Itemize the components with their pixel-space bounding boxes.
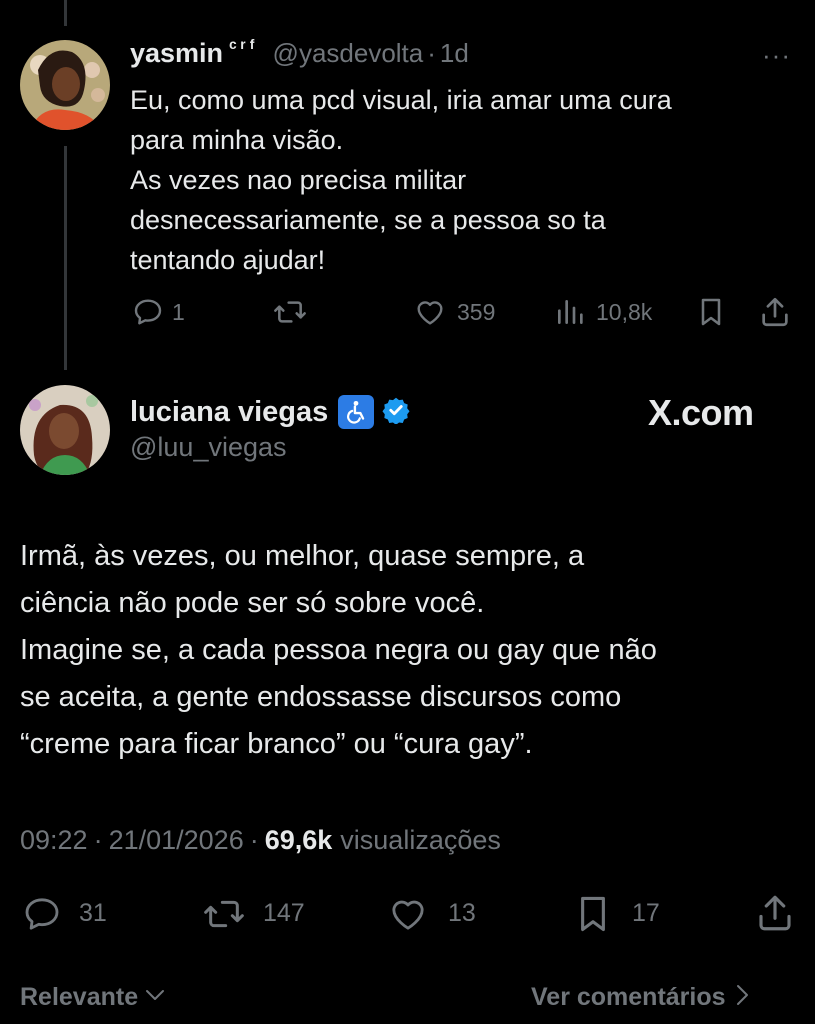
meta-separator: ·	[93, 825, 103, 855]
reply-icon[interactable]	[131, 296, 165, 328]
views-count: 10,8k	[596, 299, 653, 325]
tweet-time[interactable]: 09:22	[20, 825, 88, 856]
main-author-handle[interactable]: @luu_viegas	[130, 432, 287, 463]
bookmark-count: 17	[632, 899, 660, 927]
reply-author-name[interactable]: yasmin	[130, 38, 223, 69]
reply-text-line: desnecessariamente, se a pessoa so ta	[130, 205, 606, 235]
reply-text-line: Eu, como uma pcd visual, iria amar uma c…	[130, 85, 672, 115]
avatar[interactable]	[20, 40, 110, 130]
reply-count: 31	[79, 899, 107, 927]
share-icon[interactable]	[754, 892, 796, 934]
thread-line-top	[64, 0, 67, 26]
main-header: luciana viegas	[130, 392, 410, 432]
view-comments-link[interactable]: Ver comentários	[531, 983, 750, 1012]
main-author-name[interactable]: luciana viegas	[130, 396, 328, 429]
reply-time[interactable]: 1d	[440, 38, 469, 69]
bookmark-icon[interactable]	[574, 893, 612, 935]
chevron-right-icon	[734, 983, 750, 1012]
share-icon[interactable]	[758, 295, 792, 329]
reply-author-name-suffix: ᶜʳᶠ	[229, 37, 259, 59]
main-text-line: Irmã, às vezes, ou melhor, quase sempre,…	[20, 540, 585, 572]
reply-header: yasmin ᶜʳᶠ @yasdevolta · 1d	[130, 37, 469, 72]
accessibility-icon	[338, 395, 375, 429]
reply-separator: ·	[427, 38, 436, 68]
more-options-icon[interactable]: ···	[762, 40, 791, 71]
verified-badge-icon[interactable]	[382, 396, 410, 429]
main-text-line: se aceita, a gente endossasse discursos …	[20, 681, 622, 713]
bookmark-icon[interactable]	[696, 296, 726, 328]
reply-text-line: tentando ajudar!	[130, 245, 326, 275]
views-icon[interactable]	[554, 296, 586, 328]
reply-count: 1	[172, 299, 185, 325]
views-count: 69,6k	[264, 825, 333, 855]
main-text: Irmã, às vezes, ou melhor, quase sempre,…	[20, 533, 657, 768]
tweet-date[interactable]: 21/01/2026	[109, 825, 244, 856]
like-count: 359	[457, 299, 496, 325]
main-text-line: ciência não pode ser só sobre você.	[20, 587, 485, 619]
meta-separator: ·	[249, 825, 259, 855]
views-label: visualizações	[340, 825, 501, 855]
repost-icon[interactable]	[272, 296, 308, 328]
repost-icon[interactable]	[200, 894, 248, 934]
repost-count: 147	[263, 899, 305, 927]
reply-text-line: para minha visão.	[130, 125, 344, 155]
sort-label: Relevante	[20, 983, 139, 1011]
tweet-meta: 09:22 · 21/01/2026 · 69,6k visualizações	[20, 825, 501, 856]
chevron-down-icon	[144, 987, 166, 1008]
like-icon[interactable]	[386, 894, 430, 934]
sort-dropdown[interactable]: Relevante	[20, 983, 166, 1012]
reply-text: Eu, como uma pcd visual, iria amar uma c…	[130, 80, 672, 280]
reply-text-line: As vezes nao precisa militar	[130, 165, 467, 195]
avatar[interactable]	[20, 385, 110, 475]
main-text-line: “creme para ficar branco” ou “cura gay”.	[20, 728, 533, 760]
watermark: X.com	[648, 392, 754, 433]
main-text-line: Imagine se, a cada pessoa negra ou gay q…	[20, 634, 657, 666]
view-comments-label: Ver comentários	[531, 983, 726, 1011]
reply-icon[interactable]	[20, 894, 64, 934]
thread-line	[64, 146, 67, 370]
like-count: 13	[448, 899, 476, 927]
like-icon[interactable]	[413, 296, 447, 328]
reply-author-handle[interactable]: @yasdevolta	[273, 38, 424, 69]
